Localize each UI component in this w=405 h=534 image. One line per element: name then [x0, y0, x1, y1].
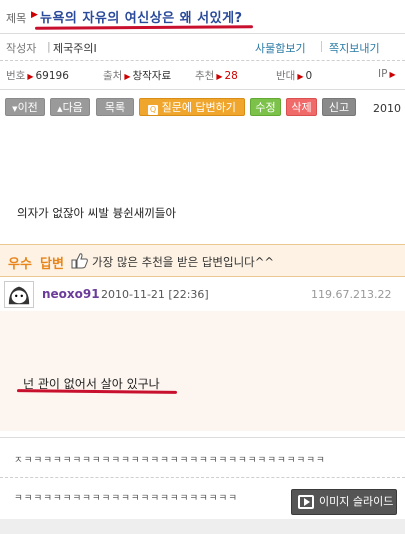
ip-label: IP: [378, 68, 388, 80]
author-row: 작성자 | 제국주의I 사물함보기 쪽지보내기: [0, 34, 405, 60]
image-slide-button[interactable]: 이미지 슬라이드: [291, 489, 397, 515]
answer-red-underline: [16, 389, 178, 394]
arrow-icon: ▶: [389, 70, 396, 79]
author-label: 작성자: [6, 42, 37, 55]
post-title: 뉴욕의 자유의 여신상은 왜 서있게?: [40, 11, 243, 26]
answer-question-button[interactable]: Q 질문에 답변하기: [139, 98, 245, 116]
title-arrow-icon: ▶: [31, 10, 38, 20]
divider: [0, 437, 405, 438]
avatar[interactable]: [4, 281, 34, 308]
answer-header: neoxo91 2010-11-21 [22:36] 119.67.213.22: [0, 278, 405, 310]
post-number: 번호 ▶ 69196: [6, 68, 69, 83]
prev-label: 이전: [17, 101, 38, 114]
send-message-link[interactable]: 쪽지보내기: [329, 40, 380, 56]
slide-label: 이미지 슬라이드: [319, 495, 394, 508]
source-label: 출처: [103, 70, 123, 82]
post-title-row: 제목 ▶ 뉴욕의 자유의 여신상은 왜 서있게?: [0, 0, 405, 33]
post-ip: IP ▶: [378, 68, 398, 80]
answer-timestamp: 2010-11-21 [22:36]: [101, 288, 209, 301]
answer-label: 답변: [40, 257, 64, 272]
answer-label: 질문에 답변하기: [161, 101, 236, 114]
edit-button[interactable]: 수정: [250, 98, 281, 116]
best-answer-banner: 우수 답변 가장 많은 추천을 받은 답변입니다^^: [0, 244, 405, 277]
author-name[interactable]: 제국주의I: [53, 40, 97, 56]
oppose-value: 0: [305, 70, 313, 82]
answer-body: 넌 관이 없어서 살아 있구나: [0, 311, 405, 431]
comment-text: ㅋㅋㅋㅋㅋㅋㅋㅋㅋㅋㅋㅋㅋㅋㅋㅋㅋㅋㅋㅋㅋㅋㅋ: [14, 493, 239, 504]
arrow-icon: ▶: [124, 72, 131, 81]
post-date: 2010: [373, 102, 401, 115]
post-body: 의자가 없잖아 씨발 븅쉰새끼들아: [17, 206, 177, 220]
best-description: 가장 많은 추천을 받은 답변입니다^^: [92, 255, 275, 269]
title-label: 제목: [6, 12, 27, 25]
separator: |: [47, 40, 51, 53]
source-value: 창작자료: [132, 70, 172, 82]
play-icon: [298, 495, 314, 509]
footer-strip: [0, 519, 405, 534]
title-red-underline: [34, 25, 254, 30]
delete-button[interactable]: 삭제: [286, 98, 317, 116]
toolbar: ▼이전 ▲다음 목록 Q 질문에 답변하기 수정 삭제 신고 2010: [0, 94, 405, 120]
view-locker-link[interactable]: 사물함보기: [255, 40, 306, 56]
arrow-icon: ▶: [297, 72, 304, 81]
answer-ip: 119.67.213.22: [311, 288, 392, 301]
next-label: 다음: [62, 101, 83, 114]
arrow-icon: ▶: [216, 72, 223, 81]
list-button[interactable]: 목록: [96, 98, 134, 116]
thumbs-up-icon: [71, 253, 88, 269]
recommend-label: 추천: [195, 70, 215, 82]
next-button[interactable]: ▲다음: [50, 98, 90, 116]
number-label: 번호: [6, 70, 26, 82]
answer-username[interactable]: neoxo91: [42, 287, 100, 301]
report-button[interactable]: 신고: [322, 98, 356, 116]
comment-text: ㅈㅋㅋㅋㅋㅋㅋㅋㅋㅋㅋㅋㅋㅋㅋㅋㅋㅋㅋㅋㅋㅋㅋㅋㅋㅋㅋㅋㅋㅋㅋㅋ: [14, 455, 326, 466]
meta-row: 번호 ▶ 69196 출처 ▶ 창작자료 추천 ▶ 28 반대 ▶ 0 IP ▶: [0, 61, 405, 88]
post-source: 출처 ▶ 창작자료: [103, 68, 171, 83]
recommend-value: 28: [224, 70, 238, 82]
post-recommend: 추천 ▶ 28: [195, 68, 238, 83]
arrow-icon: ▶: [27, 72, 34, 81]
divider: [0, 477, 405, 478]
post-oppose: 반대 ▶ 0: [276, 68, 312, 83]
number-value: 69196: [35, 70, 69, 82]
answer-icon: Q: [148, 105, 159, 115]
separator: [321, 41, 322, 52]
best-label: 우수: [8, 257, 32, 272]
prev-button[interactable]: ▼이전: [5, 98, 45, 116]
divider: [0, 89, 405, 90]
oppose-label: 반대: [276, 70, 296, 82]
